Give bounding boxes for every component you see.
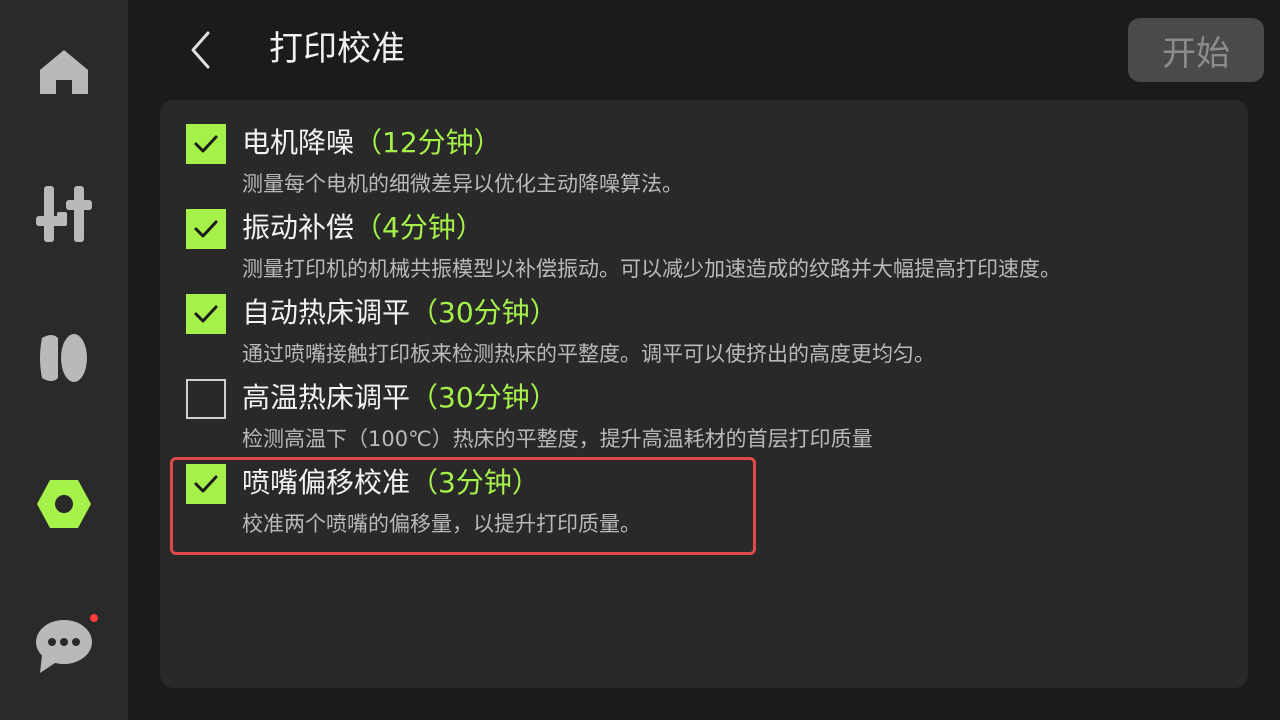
filament-icon bbox=[40, 334, 87, 382]
start-button[interactable]: 开始 bbox=[1128, 18, 1264, 82]
item-description: 测量打印机的机械共振模型以补偿振动。可以减少加速造成的纹路并大幅提高打印速度。 bbox=[242, 257, 1061, 281]
item-title: 喷嘴偏移校准（3分钟） bbox=[242, 466, 540, 499]
item-duration: （12分钟） bbox=[354, 126, 502, 159]
calibration-item-vibration: 振动补偿（4分钟） 测量打印机的机械共振模型以补偿振动。可以减少加速造成的纹路并… bbox=[186, 205, 1226, 285]
nav-controls-button[interactable] bbox=[32, 182, 96, 246]
item-title: 电机降噪（12分钟） bbox=[242, 126, 502, 159]
item-duration: （3分钟） bbox=[410, 466, 540, 499]
item-description: 测量每个电机的细微差异以优化主动降噪算法。 bbox=[242, 172, 683, 196]
nav-calibration-button[interactable] bbox=[32, 472, 96, 536]
checkmark-icon bbox=[194, 305, 218, 323]
item-description: 检测高温下（100℃）热床的平整度，提升高温耗材的首层打印质量 bbox=[242, 427, 873, 451]
sliders-icon bbox=[36, 186, 92, 242]
item-duration: （30分钟） bbox=[410, 296, 558, 329]
hex-nut-icon bbox=[37, 480, 91, 528]
item-title: 自动热床调平（30分钟） bbox=[242, 296, 558, 329]
checkbox-vibration[interactable] bbox=[186, 209, 226, 249]
back-button[interactable] bbox=[178, 24, 222, 76]
checkbox-motor-noise[interactable] bbox=[186, 124, 226, 164]
checkmark-icon bbox=[194, 220, 218, 238]
item-duration: （4分钟） bbox=[354, 211, 484, 244]
checkmark-icon bbox=[194, 135, 218, 153]
notification-dot bbox=[90, 614, 98, 622]
checkbox-auto-bed-leveling[interactable] bbox=[186, 294, 226, 334]
chevron-left-icon bbox=[191, 31, 210, 69]
sidebar bbox=[0, 0, 128, 720]
calibration-panel: 电机降噪（12分钟） 测量每个电机的细微差异以优化主动降噪算法。 振动补偿（4分… bbox=[160, 100, 1248, 688]
checkmark-icon bbox=[194, 475, 218, 493]
item-description: 通过喷嘴接触打印板来检测热床的平整度。调平可以使挤出的高度更均匀。 bbox=[242, 342, 935, 366]
nav-messages-button[interactable] bbox=[32, 614, 96, 678]
header: 打印校准 开始 bbox=[128, 0, 1280, 100]
checkbox-nozzle-offset[interactable] bbox=[186, 464, 226, 504]
calibration-item-high-temp-leveling: 高温热床调平（30分钟） 检测高温下（100℃）热床的平整度，提升高温耗材的首层… bbox=[186, 375, 1226, 455]
item-description: 校准两个喷嘴的偏移量，以提升打印质量。 bbox=[242, 512, 641, 536]
checkbox-high-temp-leveling[interactable] bbox=[186, 379, 226, 419]
item-title: 振动补偿（4分钟） bbox=[242, 211, 484, 244]
nav-home-button[interactable] bbox=[32, 40, 96, 104]
page-title: 打印校准 bbox=[269, 29, 405, 69]
calibration-item-auto-bed-leveling: 自动热床调平（30分钟） 通过喷嘴接触打印板来检测热床的平整度。调平可以使挤出的… bbox=[186, 290, 1226, 370]
item-duration: （30分钟） bbox=[410, 381, 558, 414]
item-title: 高温热床调平（30分钟） bbox=[242, 381, 558, 414]
calibration-item-nozzle-offset: 喷嘴偏移校准（3分钟） 校准两个喷嘴的偏移量，以提升打印质量。 bbox=[186, 460, 1226, 540]
calibration-item-motor-noise: 电机降噪（12分钟） 测量每个电机的细微差异以优化主动降噪算法。 bbox=[186, 120, 1226, 200]
nav-filament-button[interactable] bbox=[32, 326, 96, 390]
chat-icon bbox=[36, 620, 92, 673]
home-icon bbox=[40, 50, 88, 94]
